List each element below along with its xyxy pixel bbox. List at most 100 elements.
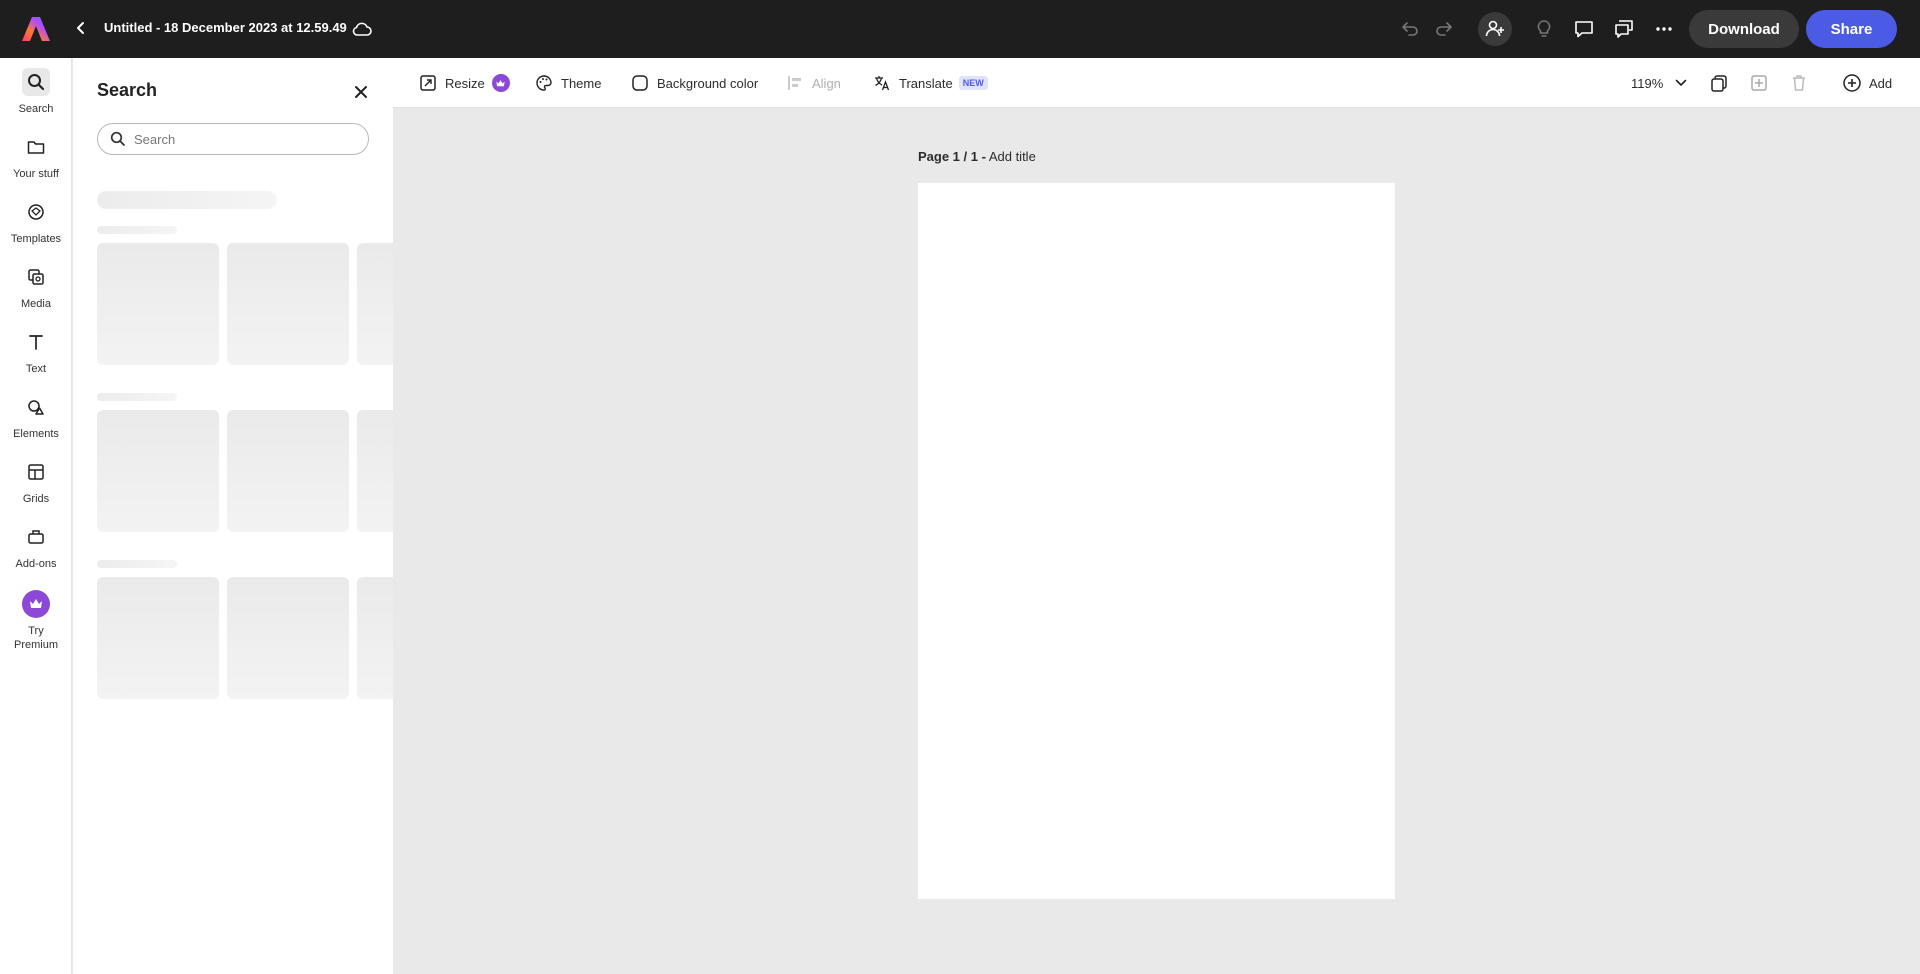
loading-placeholder-card [227,410,349,532]
background-color-button[interactable]: Background color [629,71,758,95]
ideas-button[interactable] [1531,16,1557,42]
grid-icon [22,458,50,486]
align-label: Align [812,75,841,91]
translate-label: Translate [899,75,953,91]
resize-label: Resize [445,75,485,91]
align-button[interactable]: Align [784,71,841,95]
translate-icon [871,72,893,94]
page-indicator: Page 1 / 1 - Add title [918,149,1036,164]
present-button[interactable] [1611,16,1637,42]
loading-placeholder-card [227,577,349,699]
search-field[interactable] [97,123,369,155]
media-icon [22,263,50,291]
loading-placeholder-heading [97,191,277,209]
search-input[interactable] [134,131,354,147]
artboard-page[interactable] [918,183,1395,899]
zoom-level: 119% [1631,75,1664,91]
page-number: Page 1 / 1 - [918,149,986,164]
back-button[interactable] [70,17,92,39]
text-icon [22,328,50,356]
rail-item-try-premium[interactable]: Try Premium [0,590,72,652]
loading-placeholder-card [357,410,393,532]
rail-item-label: Add-ons [15,558,57,570]
plus-circle-icon [1841,72,1863,94]
theme-label: Theme [561,75,602,91]
folder-icon [22,133,50,161]
add-label: Add [1869,75,1893,91]
rail-item-grids[interactable]: Grids [0,458,72,506]
trash-icon [1793,75,1805,91]
rail-item-search[interactable]: Search [0,68,72,116]
addons-icon [22,523,50,551]
duplicate-page-button[interactable] [1709,71,1729,95]
palette-icon [533,72,555,94]
comment-icon [1575,21,1593,38]
rail-item-your-stuff[interactable]: Your stuff [0,133,72,181]
rail-item-label: Templates [10,233,62,245]
zoom-dropdown[interactable]: 119% [1631,71,1687,95]
page-settings-icon [1751,75,1767,91]
align-left-icon [784,72,806,94]
rail-item-media[interactable]: Media [0,263,72,311]
templates-icon [22,198,50,226]
undo-button[interactable] [1397,16,1423,42]
chevron-down-icon [1675,79,1687,87]
loading-placeholder-label [97,560,177,568]
rail-item-label: Text [25,363,47,375]
chat-bubbles-icon [1615,20,1633,38]
close-panel-button[interactable] [349,80,373,104]
theme-button[interactable]: Theme [533,71,601,95]
premium-crown-icon [491,74,510,92]
loading-placeholder-card [97,243,219,365]
loading-placeholder-card [97,410,219,532]
loading-placeholder-label [97,393,177,401]
document-title[interactable]: Untitled - 18 December 2023 at 12.59.49 [104,20,347,35]
adobe-express-logo-icon[interactable] [22,15,50,43]
rail-item-label: Try Premium [14,624,58,652]
loading-placeholder-card [357,243,393,365]
properties-toolbar: Resize Theme Background color Align Tran… [393,58,1920,108]
panel-title: Search [97,80,158,100]
invite-collaborator-button[interactable] [1478,12,1512,46]
resize-icon [417,72,439,94]
redo-button[interactable] [1431,16,1457,42]
search-icon [22,68,50,96]
duplicate-icon [1711,75,1727,92]
left-rail: Search Your stuff Templates Media Text E… [0,58,72,974]
rail-item-label: Media [21,298,51,310]
delete-page-button[interactable] [1789,71,1809,95]
rail-item-add-ons[interactable]: Add-ons [0,523,72,571]
comments-button[interactable] [1571,16,1597,42]
loading-placeholder-card [357,577,393,699]
top-bar: Untitled - 18 December 2023 at 12.59.49 … [0,0,1920,58]
share-button[interactable]: Share [1806,10,1897,48]
cloud-sync-icon[interactable] [350,17,374,41]
shapes-icon [22,393,50,421]
new-badge: NEW [958,76,988,90]
page-options-button[interactable] [1749,71,1769,95]
background-color-label: Background color [657,75,759,91]
resize-button[interactable]: Resize [417,71,510,95]
search-icon [110,131,125,146]
close-icon [355,86,367,98]
rail-item-label: Grids [22,493,50,505]
loading-placeholder-card [227,243,349,365]
loading-placeholder-label [97,226,177,234]
rail-item-label: Search [18,103,54,115]
rail-item-templates[interactable]: Templates [0,198,72,246]
search-panel: Search [73,58,393,974]
add-page-title-button[interactable]: Add title [989,149,1036,164]
redo-icon [1436,22,1452,36]
add-page-button[interactable]: Add [1841,71,1892,95]
undo-icon [1402,22,1418,36]
more-options-button[interactable] [1651,16,1677,42]
translate-button[interactable]: Translate NEW [871,71,988,95]
download-button[interactable]: Download [1689,10,1799,48]
loading-placeholder-card [97,577,219,699]
background-swatch-icon [629,72,651,94]
rail-item-text[interactable]: Text [0,328,72,376]
rail-item-elements[interactable]: Elements [0,393,72,441]
rail-item-label: Elements [13,428,59,440]
add-person-icon [1485,20,1504,37]
rail-item-label: Your stuff [13,168,59,180]
